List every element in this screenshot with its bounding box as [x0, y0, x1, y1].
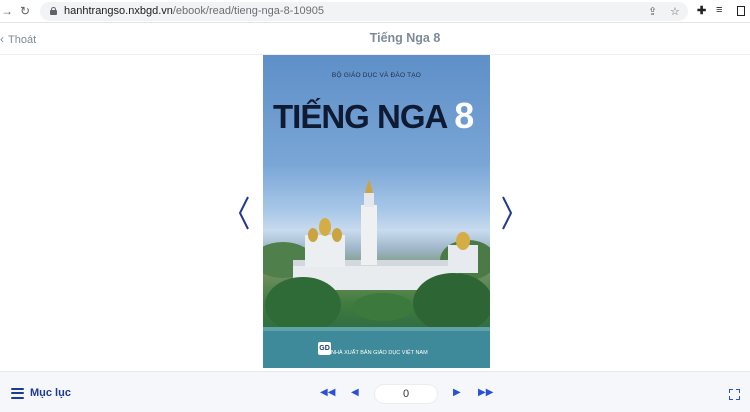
- reader-toolbar: Mục lục ◀◀ ◀ 0 ▶ ▶▶: [0, 371, 750, 412]
- first-page-icon[interactable]: ◀◀: [320, 386, 335, 400]
- monastery-illustration: [263, 179, 490, 368]
- share-icon[interactable]: ⇪: [648, 5, 657, 18]
- table-of-contents-label: Mục lục: [30, 387, 71, 399]
- page-title: Tiếng Nga 8: [369, 31, 441, 45]
- url-domain: hanhtrangso.nxbgd.vn: [64, 5, 173, 17]
- lock-icon: [50, 7, 57, 15]
- url-text: hanhtrangso.nxbgd.vn/ebook/read/tieng-ng…: [64, 5, 324, 17]
- chevron-left-icon: [238, 196, 249, 230]
- hamburger-icon: [11, 387, 24, 399]
- next-page-arrow[interactable]: [500, 195, 514, 231]
- url-path: /ebook/read/tieng-nga-8-10905: [172, 5, 324, 17]
- reload-icon[interactable]: ↻: [18, 4, 32, 18]
- prev-page-icon[interactable]: ◀: [351, 386, 359, 400]
- table-of-contents-button[interactable]: Mục lục: [11, 386, 71, 400]
- app-header: ‹ Thoát Tiếng Nga 8: [0, 24, 750, 55]
- address-bar[interactable]: hanhtrangso.nxbgd.vn/ebook/read/tieng-ng…: [40, 2, 688, 21]
- publisher-logo: GD: [318, 342, 331, 355]
- back-icon[interactable]: →: [0, 4, 14, 18]
- reader-area: BỘ GIÁO DỤC VÀ ĐÀO TẠO TIẾNG NGA 8 GD NH…: [0, 55, 750, 371]
- star-icon[interactable]: ☆: [670, 5, 680, 18]
- extensions-icon[interactable]: ✚: [697, 4, 706, 17]
- sidebar-icon[interactable]: [737, 6, 745, 16]
- fullscreen-icon[interactable]: [729, 389, 740, 400]
- prev-page-arrow[interactable]: [237, 195, 251, 231]
- page-number-input[interactable]: 0: [374, 384, 438, 404]
- chevron-right-icon: [502, 196, 513, 230]
- cover-publisher-bottom: NHÀ XUẤT BẢN GIÁO DỤC VIỆT NAM: [331, 350, 428, 356]
- next-page-icon[interactable]: ▶: [453, 386, 461, 400]
- browser-toolbar: → ↻ hanhtrangso.nxbgd.vn/ebook/read/tien…: [0, 0, 750, 23]
- book-cover: BỘ GIÁO DỤC VÀ ĐÀO TẠO TIẾNG NGA 8 GD NH…: [263, 55, 490, 368]
- reading-list-icon[interactable]: ≡: [716, 4, 722, 16]
- last-page-icon[interactable]: ▶▶: [478, 386, 493, 400]
